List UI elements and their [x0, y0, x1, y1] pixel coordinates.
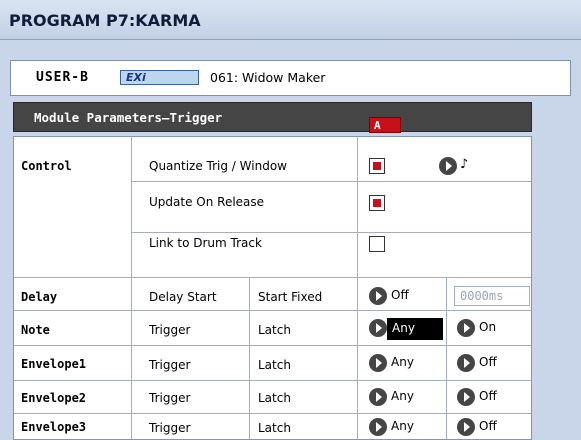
- note-label: Note: [21, 323, 50, 337]
- envelope2-latch-dropdown[interactable]: Off: [457, 387, 531, 407]
- program-name: 061: Widow Maker: [210, 70, 326, 85]
- link-to-drum-track-checkbox[interactable]: [369, 236, 385, 252]
- dropdown-arrow-icon: [457, 319, 475, 337]
- program-bank: USER-B: [36, 70, 89, 85]
- link-to-drum-track-label: Link to Drum Track: [149, 236, 262, 250]
- page-title: PROGRAM P7:KARMA: [9, 11, 201, 30]
- grid-divider: [14, 345, 531, 346]
- title-bar: PROGRAM P7:KARMA: [0, 0, 581, 40]
- main-area: USER-B EXi 061: Widow Maker Module Param…: [0, 40, 581, 440]
- dropdown-arrow-icon: [369, 354, 387, 372]
- dropdown-arrow-icon: [369, 319, 387, 337]
- delay-value: Off: [391, 288, 409, 302]
- envelope1-trigger-value: Any: [391, 355, 414, 369]
- envelope2-trigger-dropdown[interactable]: Any: [369, 387, 443, 407]
- update-on-release-label: Update On Release: [149, 195, 265, 209]
- dropdown-arrow-icon: [457, 418, 475, 436]
- envelope2-latch-label: Latch: [258, 391, 291, 405]
- grid-divider: [131, 181, 531, 182]
- note-latch-value: On: [479, 320, 497, 334]
- update-on-release-checkbox[interactable]: [369, 195, 385, 211]
- envelope3-label: Envelope3: [21, 420, 87, 434]
- program-type-label: EXi: [126, 71, 146, 84]
- quantize-trig-label: Quantize Trig / Window: [149, 159, 287, 173]
- grid-divider: [14, 310, 531, 311]
- dropdown-arrow-icon: [457, 354, 475, 372]
- delay-label: Delay: [21, 290, 58, 304]
- dropdown-arrow-icon: [457, 388, 475, 406]
- envelope3-latch-value: Off: [479, 419, 497, 433]
- grid-divider: [357, 137, 358, 439]
- grid-divider: [14, 380, 531, 381]
- dropdown-arrow-icon: [439, 157, 457, 175]
- envelope1-latch-value: Off: [479, 355, 497, 369]
- grid-divider: [131, 137, 132, 439]
- envelope1-trigger-label: Trigger: [149, 358, 191, 372]
- envelope2-trigger-label: Trigger: [149, 391, 191, 405]
- checkbox-mark: [373, 162, 381, 170]
- grid-divider: [249, 277, 250, 439]
- grid-divider: [14, 413, 531, 414]
- module-tag-label: A: [374, 119, 381, 132]
- module-tag[interactable]: A: [369, 117, 401, 133]
- envelope1-latch-dropdown[interactable]: Off: [457, 353, 531, 373]
- dropdown-arrow-icon: [369, 287, 387, 305]
- panel-header-title: Module Parameters–Trigger: [34, 110, 223, 125]
- envelope1-latch-label: Latch: [258, 358, 291, 372]
- control-label: Control: [21, 159, 72, 173]
- envelope2-latch-value: Off: [479, 389, 497, 403]
- quantize-window-dropdown[interactable]: ♪: [439, 156, 479, 176]
- envelope3-trigger-label: Trigger: [149, 421, 191, 435]
- note-latch-dropdown[interactable]: On: [457, 318, 531, 338]
- program-select-box[interactable]: USER-B EXi 061: Widow Maker: [10, 60, 571, 96]
- note-trigger-label: Trigger: [149, 323, 191, 337]
- parameter-grid: Control Quantize Trig / Window ♪ Update …: [13, 136, 532, 440]
- start-fixed-label: Start Fixed: [258, 290, 323, 304]
- panel-header: Module Parameters–Trigger: [13, 102, 532, 132]
- dropdown-arrow-icon: [369, 388, 387, 406]
- program-type-badge: EXi: [120, 70, 199, 85]
- eighth-note-icon: ♪: [460, 157, 469, 172]
- quantize-trig-checkbox[interactable]: [369, 158, 385, 174]
- envelope3-latch-dropdown[interactable]: Off: [457, 417, 531, 437]
- envelope1-label: Envelope1: [21, 357, 87, 371]
- delay-start-label: Delay Start: [149, 290, 217, 304]
- dropdown-arrow-icon: [369, 418, 387, 436]
- note-trigger-dropdown[interactable]: Any: [369, 318, 443, 340]
- delay-dropdown[interactable]: Off: [369, 286, 443, 306]
- grid-divider: [14, 277, 531, 278]
- grid-divider: [131, 232, 531, 233]
- envelope3-latch-label: Latch: [258, 421, 291, 435]
- module-parameters-panel: Module Parameters–Trigger A Control Quan…: [13, 102, 532, 440]
- envelope2-trigger-value: Any: [391, 389, 414, 403]
- note-latch-label: Latch: [258, 323, 291, 337]
- delay-time-value: 0000ms: [460, 289, 504, 303]
- envelope2-label: Envelope2: [21, 391, 87, 405]
- grid-divider: [446, 277, 447, 439]
- checkbox-mark: [373, 199, 381, 207]
- envelope3-trigger-dropdown[interactable]: Any: [369, 417, 443, 437]
- envelope3-trigger-value: Any: [391, 419, 414, 433]
- note-trigger-value: Any: [392, 321, 415, 335]
- delay-time-field[interactable]: 0000ms: [454, 286, 530, 306]
- envelope1-trigger-dropdown[interactable]: Any: [369, 353, 443, 373]
